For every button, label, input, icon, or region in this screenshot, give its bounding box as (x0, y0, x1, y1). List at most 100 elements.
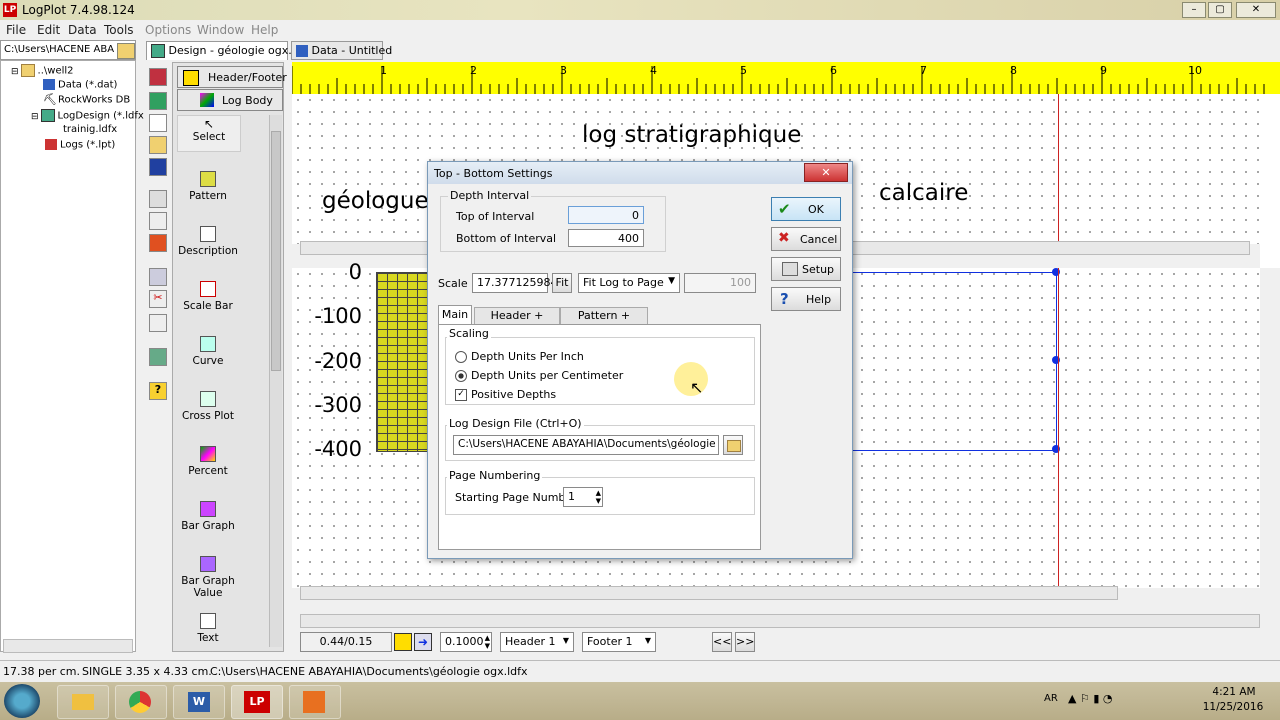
setup-button[interactable]: Setup (771, 257, 841, 281)
tool-scale-bar[interactable]: Scale Bar (177, 281, 239, 312)
top-interval-input[interactable]: 0 (568, 206, 644, 224)
tool-cross-plot[interactable]: Cross Plot (177, 391, 239, 422)
snap-grid-icon[interactable] (394, 633, 412, 651)
pattern-icon[interactable] (149, 234, 167, 252)
start-button[interactable] (4, 684, 40, 718)
tab-data[interactable]: Data - Untitled (291, 41, 392, 60)
tool-select[interactable]: ↖ Select (177, 115, 241, 152)
help-button[interactable]: ? Help (771, 287, 841, 311)
open-folder-icon[interactable] (117, 43, 135, 59)
print-icon[interactable] (149, 190, 167, 208)
selected-column-outline[interactable] (852, 272, 1057, 451)
pattern-icon (200, 171, 216, 187)
footer-horizontal-scrollbar[interactable] (300, 614, 1260, 628)
tool-bar-graph[interactable]: Bar Graph (177, 501, 239, 532)
explorer-taskbar-icon[interactable] (57, 685, 109, 719)
grid-icon[interactable] (149, 348, 167, 366)
fit-value-input[interactable]: 100 (684, 273, 756, 293)
help-icon[interactable]: ? (149, 382, 167, 400)
maximize-button[interactable]: ▢ (1208, 2, 1232, 18)
tool-percent[interactable]: Percent (177, 446, 239, 477)
grid-step-stepper[interactable]: 0.1000 ▲ ▼ (440, 632, 492, 652)
tree-item-rockworks[interactable]: ⛏RockWorks DB (43, 94, 130, 106)
tool-bar-graph-value[interactable]: Bar Graph Value (177, 556, 239, 599)
menu-file[interactable]: File (6, 23, 26, 37)
menu-edit[interactable]: Edit (37, 23, 60, 37)
scale-input[interactable]: 17.377125984 (472, 273, 557, 293)
tool-curve[interactable]: Curve (177, 336, 239, 367)
menu-help[interactable]: Help (251, 23, 278, 37)
app-taskbar-icon[interactable] (289, 685, 341, 719)
tool-palette: Header/Footer Log Body ↖ Select Pattern D… (172, 62, 287, 652)
tool-label: Cross Plot (182, 410, 234, 422)
depth-label: 0 (348, 260, 362, 284)
tool-pattern[interactable]: Pattern (177, 171, 239, 202)
tab-main[interactable]: Main (438, 305, 472, 326)
tray-icons[interactable]: ▲ ⚐ ▮ ◔ (1068, 692, 1112, 705)
footer-select-value: Footer 1 (587, 635, 633, 648)
log-design-file-input[interactable]: C:\Users\HACENE ABAYAHIA\Documents\géolo… (453, 435, 719, 455)
previous-page-button[interactable]: << (712, 632, 732, 652)
new-file-icon[interactable] (149, 114, 167, 132)
save-icon[interactable] (149, 158, 167, 176)
tree-item-trainig[interactable]: trainig.ldfx (63, 124, 117, 135)
header-left-text[interactable]: géologue (322, 188, 429, 214)
logplot-taskbar-icon[interactable]: LP (231, 685, 283, 719)
header-right-text[interactable]: calcaire (879, 180, 968, 206)
tree-horizontal-scrollbar[interactable] (3, 639, 133, 653)
tree-item-well2[interactable]: ⊟ ..\well2 (11, 64, 74, 77)
close-button[interactable]: ✕ (1236, 2, 1276, 18)
header-footer-button[interactable]: Header/Footer (177, 66, 287, 88)
positive-depths-checkbox[interactable]: ✓ Positive Depths (455, 388, 556, 401)
ok-button[interactable]: ✔ OK (771, 197, 841, 221)
next-page-button[interactable]: >> (735, 632, 755, 652)
folder-icon (72, 694, 94, 710)
cut-icon[interactable]: ✂ (149, 290, 167, 308)
layout-icon[interactable] (149, 268, 167, 286)
stepper-arrows-icon[interactable]: ▲ ▼ (596, 489, 601, 505)
header-vertical-scrollbar[interactable] (1260, 94, 1280, 268)
bottom-interval-input[interactable]: 400 (568, 229, 644, 247)
open-design-icon[interactable] (149, 92, 167, 110)
new-design-icon[interactable] (149, 68, 167, 86)
tab-design[interactable]: Design - géologie ogx.ldfx (146, 41, 312, 60)
clock-time[interactable]: 4:21 AM (1204, 686, 1264, 698)
tree-item-logs[interactable]: Logs (*.lpt) (45, 139, 115, 151)
menu-data[interactable]: Data (68, 23, 97, 37)
pick-icon[interactable] (149, 212, 167, 230)
tool-text[interactable]: Text (177, 613, 239, 644)
tree-item-logdesign[interactable]: ⊟ LogDesign (*.ldfx (31, 109, 144, 122)
palette-scrollbar[interactable] (269, 115, 282, 647)
tree-item-data[interactable]: Data (*.dat) (43, 79, 117, 91)
limestone-pattern-column[interactable] (376, 272, 430, 452)
paste-icon[interactable] (149, 314, 167, 332)
tool-description[interactable]: Description (177, 226, 239, 257)
footer-select[interactable]: Footer 1 ▼ (582, 632, 656, 652)
starting-page-stepper[interactable]: 1 ▲ ▼ (563, 487, 603, 507)
dialog-close-button[interactable]: ✕ (804, 163, 848, 182)
body-horizontal-scrollbar[interactable] (300, 586, 1118, 600)
minimize-button[interactable]: – (1182, 2, 1206, 18)
open-folder-icon[interactable] (149, 136, 167, 154)
menu-tools[interactable]: Tools (104, 23, 134, 37)
cancel-button[interactable]: ✖ Cancel (771, 227, 841, 251)
fit-mode-select[interactable]: Fit Log to Page ▼ (578, 273, 680, 293)
browse-folder-button[interactable] (723, 435, 743, 455)
scale-bar-icon (200, 281, 216, 297)
menu-window[interactable]: Window (197, 23, 244, 37)
depth-label: -300 (314, 393, 362, 417)
chrome-taskbar-icon[interactable] (115, 685, 167, 719)
arrow-right-icon[interactable]: ➜ (414, 633, 432, 651)
radio-units-per-cm[interactable]: Depth Units per Centimeter (455, 369, 623, 382)
clock-date[interactable]: 11/25/2016 (1200, 701, 1266, 713)
menu-options[interactable]: Options (145, 23, 191, 37)
palette-scroll-thumb[interactable] (271, 131, 281, 371)
open-folder-icon (727, 440, 741, 452)
log-body-button[interactable]: Log Body (177, 89, 283, 111)
language-indicator[interactable]: AR (1044, 693, 1058, 704)
fit-button[interactable]: Fit (552, 273, 572, 293)
word-taskbar-icon[interactable]: W (173, 685, 225, 719)
header-select[interactable]: Header 1 ▼ (500, 632, 574, 652)
radio-units-per-inch[interactable]: Depth Units Per Inch (455, 350, 584, 363)
header-title-text[interactable]: log stratigraphique (582, 122, 801, 148)
